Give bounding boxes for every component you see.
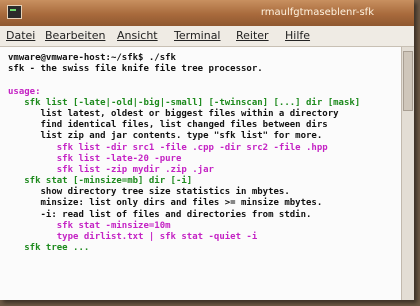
terminal-output[interactable]: vmware@vmware-host:~/sfk$ ./sfk sfk - the…	[0, 47, 414, 300]
menu-bar: Datei Bearbeiten Ansicht Terminal Reiter…	[0, 26, 414, 47]
menu-hilfe[interactable]: Hilfe	[285, 29, 310, 42]
menu-ansicht[interactable]: Ansicht	[117, 29, 158, 42]
terminal-window: rmaulfgtmaseblenr-sfk Datei Bearbeiten A…	[0, 0, 414, 300]
terminal-line: list latest, oldest or biggest files wit…	[8, 108, 339, 119]
terminal-line: vmware@vmware-host:~/sfk$ ./sfk	[8, 53, 176, 63]
terminal-line: minsize: list only dirs and files >= min…	[8, 198, 323, 209]
terminal-line: sfk - the swiss file knife file tree pro…	[8, 64, 263, 75]
terminal-line: sfk stat -minsize=10m	[8, 220, 171, 231]
terminal-line: type dirlist.txt | sfk stat -quiet -i	[8, 232, 258, 242]
vertical-scrollbar[interactable]	[401, 47, 414, 300]
terminal-line: sfk list [-late|-old|-big|-small] [-twin…	[8, 97, 361, 108]
scrollbar-thumb[interactable]	[403, 51, 413, 111]
terminal-line: show directory tree size statistics in m…	[8, 187, 290, 198]
terminal-line: sfk list -late-20 -pure	[8, 153, 182, 164]
terminal-line: sfk list -dir src1 -file .cpp -dir src2 …	[8, 142, 328, 153]
terminal-icon	[7, 5, 22, 19]
menu-reiter[interactable]: Reiter	[236, 29, 269, 42]
terminal-line: sfk list -zip mydir .zip .jar	[8, 164, 214, 175]
terminal-line: sfk stat [-minsize=mb] dir [-i]	[8, 176, 193, 187]
terminal-line: find identical files, list changed files…	[8, 120, 328, 131]
terminal-line: list zip and jar contents. type "sfk lis…	[8, 131, 323, 142]
menu-bearbeiten[interactable]: Bearbeiten	[45, 29, 105, 42]
window-title: rmaulfgtmaseblenr-sfk	[260, 7, 374, 18]
menu-terminal[interactable]: Terminal	[174, 29, 221, 42]
title-bar[interactable]: rmaulfgtmaseblenr-sfk	[0, 0, 414, 26]
menu-datei[interactable]: Datei	[6, 29, 35, 42]
terminal-line: sfk tree ...	[8, 243, 90, 254]
terminal-line: usage:	[8, 86, 41, 97]
terminal-line: -i: read list of files and directories f…	[8, 209, 312, 220]
